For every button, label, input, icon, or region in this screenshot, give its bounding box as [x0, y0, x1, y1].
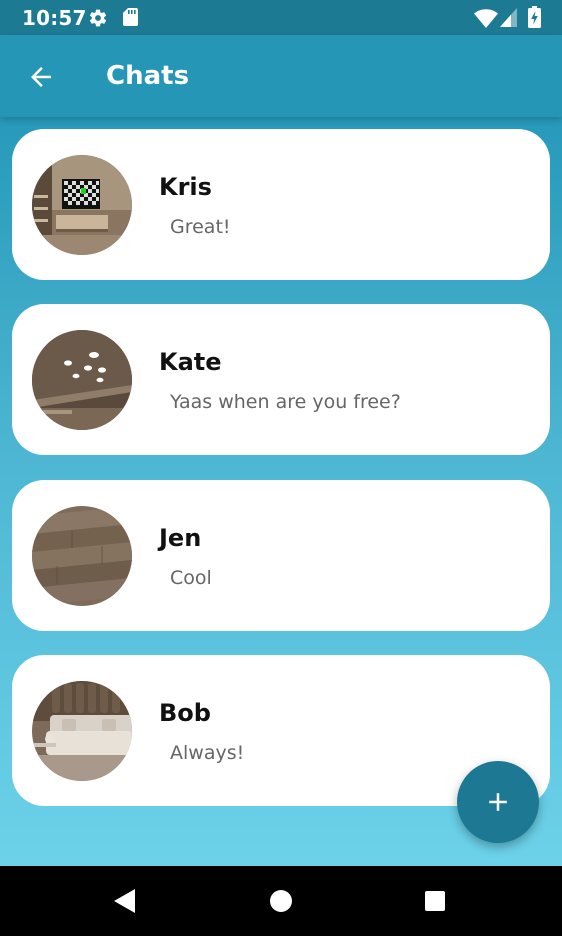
screen: 10:57 Chats Kris Great! Kate Yaas when a… [0, 0, 562, 936]
chat-last-message: Always! [170, 742, 245, 764]
battery-charging-icon [528, 6, 541, 28]
nav-home-icon[interactable] [270, 890, 292, 912]
app-bar: Chats [0, 35, 562, 117]
plus-icon [489, 793, 507, 811]
gear-icon [89, 9, 107, 27]
chat-name: Kris [159, 173, 212, 201]
new-chat-button[interactable] [457, 761, 539, 843]
chat-item-jen[interactable]: Jen Cool [12, 480, 550, 631]
chat-name: Bob [159, 699, 211, 727]
wifi-icon [474, 9, 498, 28]
chat-last-message: Cool [170, 567, 212, 589]
sd-card-icon [123, 8, 138, 26]
signal-icon [500, 8, 517, 27]
chat-item-kate[interactable]: Kate Yaas when are you free? [12, 304, 550, 455]
status-bar: 10:57 [0, 0, 562, 35]
avatar-photo-wood-floor [32, 506, 132, 606]
nav-recents-icon[interactable] [425, 891, 445, 911]
arrow-left-icon[interactable] [26, 62, 56, 92]
avatar-photo-sofa [32, 681, 132, 781]
chat-name: Kate [159, 348, 222, 376]
avatar-photo-tv-room [32, 155, 132, 255]
chat-list: Kris Great! Kate Yaas when are you free?… [0, 117, 562, 866]
chat-name: Jen [159, 524, 202, 552]
page-title: Chats [106, 61, 190, 91]
chat-last-message: Great! [170, 216, 231, 238]
status-time: 10:57 [22, 6, 87, 30]
avatar-photo-ceiling-lights [32, 330, 132, 430]
nav-back-icon[interactable] [113, 889, 137, 913]
chat-item-kris[interactable]: Kris Great! [12, 129, 550, 280]
chat-last-message: Yaas when are you free? [170, 391, 401, 413]
